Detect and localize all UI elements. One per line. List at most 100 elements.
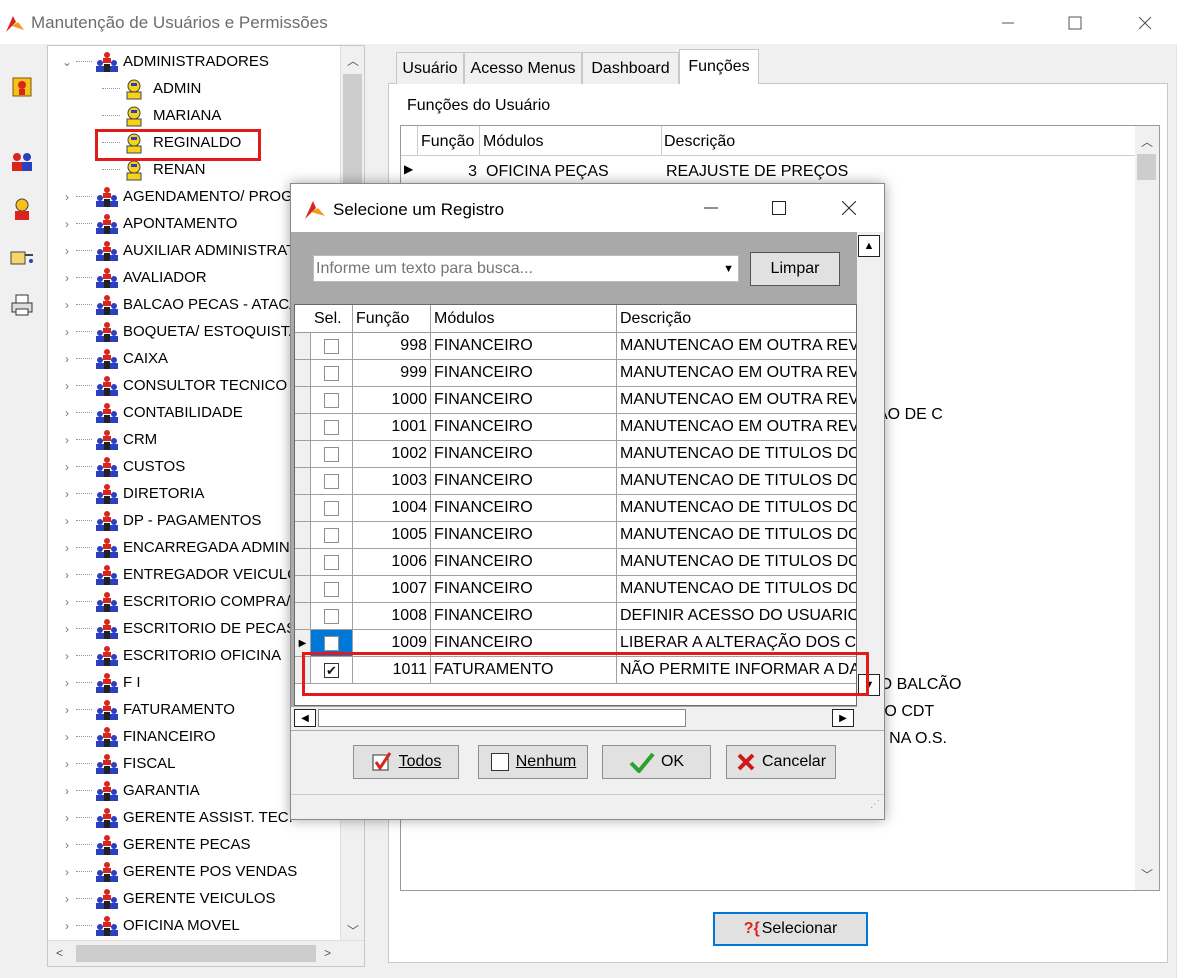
dialog-hscroll-thumb[interactable] [318, 709, 686, 727]
minimize-button[interactable] [980, 4, 1036, 42]
row-checkbox[interactable] [324, 581, 339, 597]
row-checkbox[interactable] [324, 446, 339, 462]
col-descricao[interactable]: Descrição [664, 133, 735, 151]
table-row[interactable]: 1006 FINANCEIRO MANUTENCAO DE TITULOS DO T [295, 549, 856, 576]
expand-chevron-icon[interactable]: › [60, 757, 74, 771]
scroll-right-icon[interactable]: > [324, 946, 331, 960]
dialog-maximize-button[interactable] [756, 188, 802, 228]
dialog-horizontal-scrollbar[interactable]: ◀ ▶ [291, 706, 857, 728]
table-row[interactable]: 1007 FINANCEIRO MANUTENCAO DE TITULOS DO T [295, 576, 856, 603]
print-button[interactable] [7, 290, 37, 320]
expand-chevron-icon[interactable]: › [60, 595, 74, 609]
expand-chevron-icon[interactable]: › [60, 703, 74, 717]
dialog-vertical-scrollbar[interactable]: ▲ ▼ [857, 232, 884, 708]
tree-group[interactable]: › DIRETORIA [60, 480, 204, 507]
tree-hscroll-thumb[interactable] [76, 945, 316, 962]
select-all-button[interactable]: Todos [353, 745, 459, 779]
table-row[interactable]: 1002 FINANCEIRO MANUTENCAO DE TITULOS DO T [295, 441, 856, 468]
tree-group[interactable]: › BOQUETA/ ESTOQUISTA [60, 318, 299, 345]
table-row[interactable]: 1008 FINANCEIRO DEFINIR ACESSO DO USUARIO … [295, 603, 856, 630]
row-checkbox[interactable] [324, 473, 339, 489]
expand-chevron-icon[interactable]: › [60, 190, 74, 204]
tree-group[interactable]: › ENTREGADOR VEICULO [60, 561, 299, 588]
tree-group[interactable]: › GERENTE VEICULOS [60, 885, 276, 912]
expand-chevron-icon[interactable]: › [60, 325, 74, 339]
expand-chevron-icon[interactable]: › [60, 406, 74, 420]
expand-chevron-icon[interactable]: › [60, 514, 74, 528]
tree-group[interactable]: › GERENTE PECAS [60, 831, 251, 858]
tree-group[interactable]: › BALCAO PECAS - ATACA [60, 291, 299, 318]
row-checkbox[interactable] [324, 635, 339, 651]
tree-user-admin[interactable]: ADMIN [100, 75, 201, 102]
tree-group[interactable]: › GERENTE POS VENDAS [60, 858, 297, 885]
expand-chevron-icon[interactable]: › [60, 217, 74, 231]
row-checkbox[interactable] [324, 500, 339, 516]
table-row[interactable]: 998 FINANCEIRO MANUTENCAO EM OUTRA REVEN [295, 333, 856, 360]
tree-group[interactable]: › CUSTOS [60, 453, 185, 480]
col-sel[interactable]: Sel. [311, 305, 353, 332]
expand-chevron-icon[interactable]: › [60, 352, 74, 366]
select-button[interactable]: ?{ Selecionar [713, 912, 868, 946]
tree-group[interactable]: › FINANCEIRO [60, 723, 216, 750]
expand-chevron-icon[interactable]: › [60, 892, 74, 906]
scroll-up-icon[interactable]: ▲ [858, 235, 880, 257]
tree-group[interactable]: › GERENTE ASSIST. TEC. [60, 804, 293, 831]
expand-chevron-icon[interactable]: › [60, 838, 74, 852]
table-row[interactable]: 1000 FINANCEIRO MANUTENCAO EM OUTRA REVEN [295, 387, 856, 414]
maximize-button[interactable] [1047, 4, 1103, 42]
tab-funcoes[interactable]: Funções [679, 49, 759, 84]
scroll-left-icon[interactable]: ◀ [294, 709, 316, 727]
col-funcao[interactable]: Função [421, 133, 474, 151]
expand-chevron-icon[interactable]: › [60, 811, 74, 825]
ok-button[interactable]: OK [602, 745, 711, 779]
expand-chevron-icon[interactable]: › [60, 919, 74, 933]
scroll-up-icon[interactable]: ︿ [1141, 133, 1153, 150]
close-button[interactable] [1117, 4, 1173, 42]
search-input[interactable] [314, 256, 714, 281]
tree-group[interactable]: › OFICINA MOVEL [60, 912, 240, 939]
tree-group[interactable]: › ENCARREGADA ADMINI [60, 534, 294, 561]
col-descricao[interactable]: Descrição [617, 305, 856, 332]
row-checkbox[interactable] [324, 554, 339, 570]
tree-horizontal-scrollbar[interactable]: < > [48, 940, 364, 966]
expand-chevron-icon[interactable]: › [60, 622, 74, 636]
expand-chevron-icon[interactable]: › [60, 568, 74, 582]
expand-chevron-icon[interactable]: › [60, 460, 74, 474]
tree-group[interactable]: › ESCRITORIO DE PECAS [60, 615, 296, 642]
cancel-button[interactable]: Cancelar [726, 745, 836, 779]
row-checkbox[interactable] [324, 392, 339, 408]
expand-chevron-icon[interactable]: › [60, 433, 74, 447]
tree-group[interactable]: › DP - PAGAMENTOS [60, 507, 261, 534]
tree-group[interactable]: › ESCRITORIO COMPRA/ [60, 588, 290, 615]
tree-group[interactable]: › ESCRITORIO OFICINA [60, 642, 281, 669]
search-combobox[interactable]: ▼ [313, 255, 739, 282]
add-user-button[interactable] [7, 194, 37, 224]
expand-chevron-icon[interactable]: › [60, 298, 74, 312]
add-group-button[interactable] [7, 147, 37, 177]
tree-group[interactable]: › CRM [60, 426, 157, 453]
table-row[interactable]: ▶ 3 OFICINA PEÇAS REAJUSTE DE PREÇOS [401, 157, 1135, 184]
scroll-left-icon[interactable]: < [56, 946, 63, 960]
tree-group[interactable]: › CONTABILIDADE [60, 399, 243, 426]
expand-chevron-icon[interactable]: › [60, 379, 74, 393]
expand-chevron-icon[interactable]: › [60, 244, 74, 258]
exit-button[interactable] [7, 72, 37, 102]
dialog-minimize-button[interactable] [688, 188, 734, 228]
tree-group[interactable]: › CONSULTOR TECNICO [60, 372, 287, 399]
col-funcao[interactable]: Função [353, 305, 431, 332]
tree-group-administradores[interactable]: ⌄ ADMINISTRADORES [60, 48, 269, 75]
tree-group[interactable]: › FISCAL [60, 750, 176, 777]
table-row[interactable]: 1001 FINANCEIRO MANUTENCAO EM OUTRA REVEN [295, 414, 856, 441]
dropdown-arrow-icon[interactable]: ▼ [723, 263, 734, 275]
expand-chevron-icon[interactable]: › [60, 676, 74, 690]
scroll-down-icon[interactable]: ﹀ [1141, 866, 1153, 883]
row-checkbox[interactable] [324, 419, 339, 435]
scroll-up-icon[interactable]: ︿ [347, 52, 359, 69]
row-checkbox[interactable] [324, 365, 339, 381]
expand-chevron-icon[interactable]: › [60, 730, 74, 744]
collapse-chevron-icon[interactable]: ⌄ [60, 55, 74, 69]
col-modulos[interactable]: Módulos [431, 305, 617, 332]
table-row[interactable]: 999 FINANCEIRO MANUTENCAO EM OUTRA REVEN [295, 360, 856, 387]
dialog-close-button[interactable] [826, 188, 872, 228]
scroll-right-icon[interactable]: ▶ [832, 709, 854, 727]
